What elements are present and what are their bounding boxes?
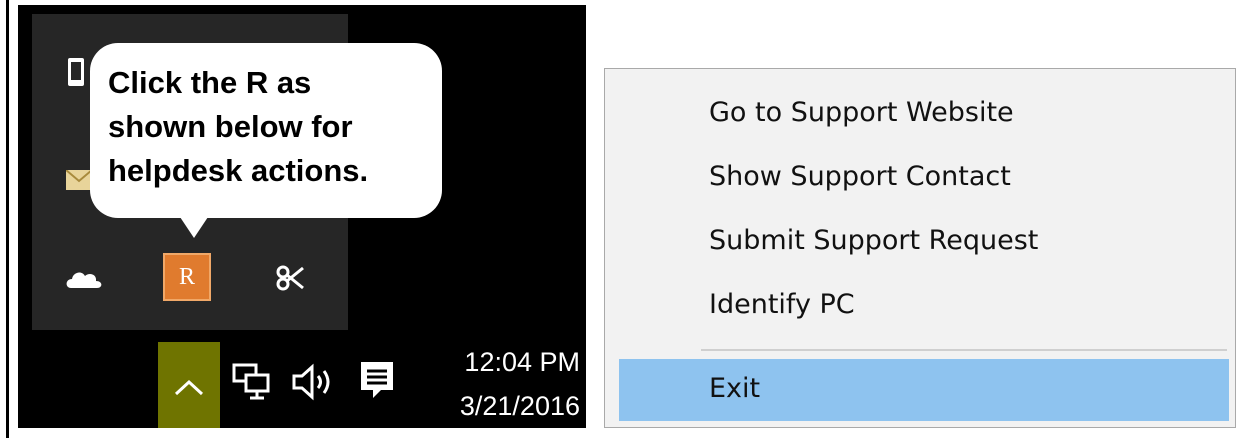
phone-icon[interactable] — [67, 57, 85, 87]
context-menu: Go to Support Website Show Support Conta… — [604, 68, 1236, 428]
menu-item-label: Identify PC — [709, 289, 855, 320]
volume-icon[interactable] — [290, 362, 338, 402]
menu-item-label: Go to Support Website — [709, 97, 1014, 128]
callout-text: Click the R as shown below for helpdesk … — [108, 61, 438, 193]
taskbar-clock[interactable]: 12:04 PM 3/21/2016 — [420, 340, 580, 428]
callout-line: Click the R as — [108, 65, 312, 100]
menu-item-label: Show Support Contact — [709, 161, 1011, 192]
menu-item-submit-support-request[interactable]: Submit Support Request — [605, 217, 1235, 269]
onedrive-icon[interactable] — [65, 264, 105, 294]
callout-line: helpdesk actions. — [108, 153, 369, 188]
menu-item-show-support-contact[interactable]: Show Support Contact — [605, 153, 1235, 205]
menu-item-go-to-support-website[interactable]: Go to Support Website — [605, 89, 1235, 141]
action-center-icon[interactable] — [357, 358, 397, 404]
callout-tail — [178, 214, 210, 238]
menu-item-exit[interactable]: Exit — [619, 359, 1229, 421]
snip-icon[interactable] — [273, 260, 309, 296]
menu-separator — [701, 349, 1227, 351]
show-hidden-icons-button[interactable] — [158, 342, 220, 428]
r-app-icon[interactable]: R — [163, 253, 211, 301]
menu-item-label: Exit — [709, 373, 761, 404]
menu-item-label: Submit Support Request — [709, 225, 1039, 256]
left-border-line — [6, 0, 9, 438]
menu-item-identify-pc[interactable]: Identify PC — [605, 281, 1235, 333]
clock-date: 3/21/2016 — [459, 391, 580, 421]
mail-icon[interactable] — [66, 170, 92, 190]
callout-line: shown below for — [108, 109, 353, 144]
clock-time: 12:04 PM — [464, 347, 580, 377]
network-icon[interactable] — [232, 362, 274, 402]
chevron-up-icon — [174, 379, 204, 396]
